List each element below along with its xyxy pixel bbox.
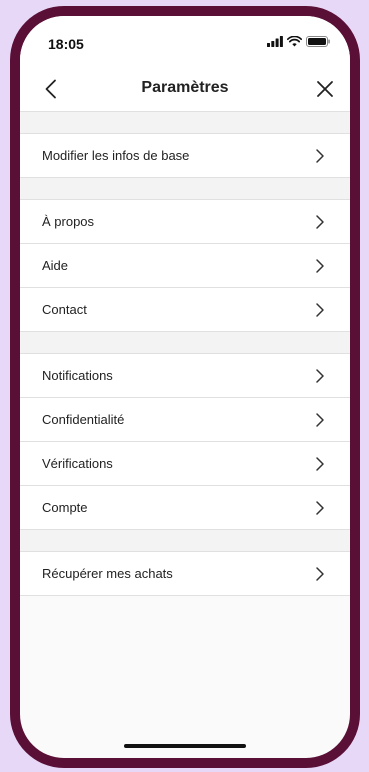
chevron-right-icon (316, 259, 324, 273)
settings-row-notifications[interactable]: Notifications (20, 354, 350, 398)
chevron-right-icon (316, 501, 324, 515)
row-label: Contact (42, 302, 87, 317)
section-gap (20, 178, 350, 200)
status-time: 18:05 (48, 36, 84, 52)
chevron-right-icon (316, 303, 324, 317)
battery-icon (306, 36, 330, 47)
row-label: Récupérer mes achats (42, 566, 173, 581)
settings-row-verifications[interactable]: Vérifications (20, 442, 350, 486)
row-label: Aide (42, 258, 69, 273)
settings-group-purchases: Récupérer mes achats (20, 552, 350, 596)
settings-group-profile: Modifier les infos de base (20, 134, 350, 178)
settings-row-privacy[interactable]: Confidentialité (20, 398, 350, 442)
settings-row-help[interactable]: Aide (20, 244, 350, 288)
settings-row-restore-purchases[interactable]: Récupérer mes achats (20, 552, 350, 596)
phone-frame: 18:05 Paramètres Modifier les infos de b… (10, 6, 360, 768)
chevron-right-icon (316, 149, 324, 163)
settings-row-contact[interactable]: Contact (20, 288, 350, 332)
settings-group-account: Notifications Confidentialité Vérificati… (20, 354, 350, 530)
screen: 18:05 Paramètres Modifier les infos de b… (20, 16, 350, 758)
settings-row-about[interactable]: À propos (20, 200, 350, 244)
chevron-right-icon (316, 567, 324, 581)
section-gap (20, 530, 350, 552)
chevron-right-icon (316, 215, 324, 229)
chevron-right-icon (316, 413, 324, 427)
close-button[interactable] (312, 76, 338, 102)
status-icons (267, 36, 330, 47)
wifi-icon (287, 36, 302, 47)
settings-row-edit-basic-info[interactable]: Modifier les infos de base (20, 134, 350, 178)
row-label: À propos (42, 214, 95, 229)
signal-icon (267, 36, 283, 47)
section-gap (20, 332, 350, 354)
status-bar: 18:05 (20, 16, 350, 66)
chevron-right-icon (316, 457, 324, 471)
settings-group-info: À propos Aide Contact (20, 200, 350, 332)
settings-row-account[interactable]: Compte (20, 486, 350, 530)
row-label: Confidentialité (42, 412, 125, 427)
chevron-right-icon (316, 369, 324, 383)
row-label: Notifications (42, 368, 113, 383)
nav-bar: Paramètres (20, 66, 350, 112)
row-label: Modifier les infos de base (42, 148, 190, 163)
close-icon (317, 81, 333, 97)
row-label: Vérifications (42, 456, 113, 471)
home-indicator (124, 744, 246, 748)
section-gap (20, 112, 350, 134)
page-title: Paramètres (141, 79, 229, 96)
settings-list: Modifier les infos de base À propos Aide… (20, 112, 350, 596)
row-label: Compte (42, 500, 88, 515)
